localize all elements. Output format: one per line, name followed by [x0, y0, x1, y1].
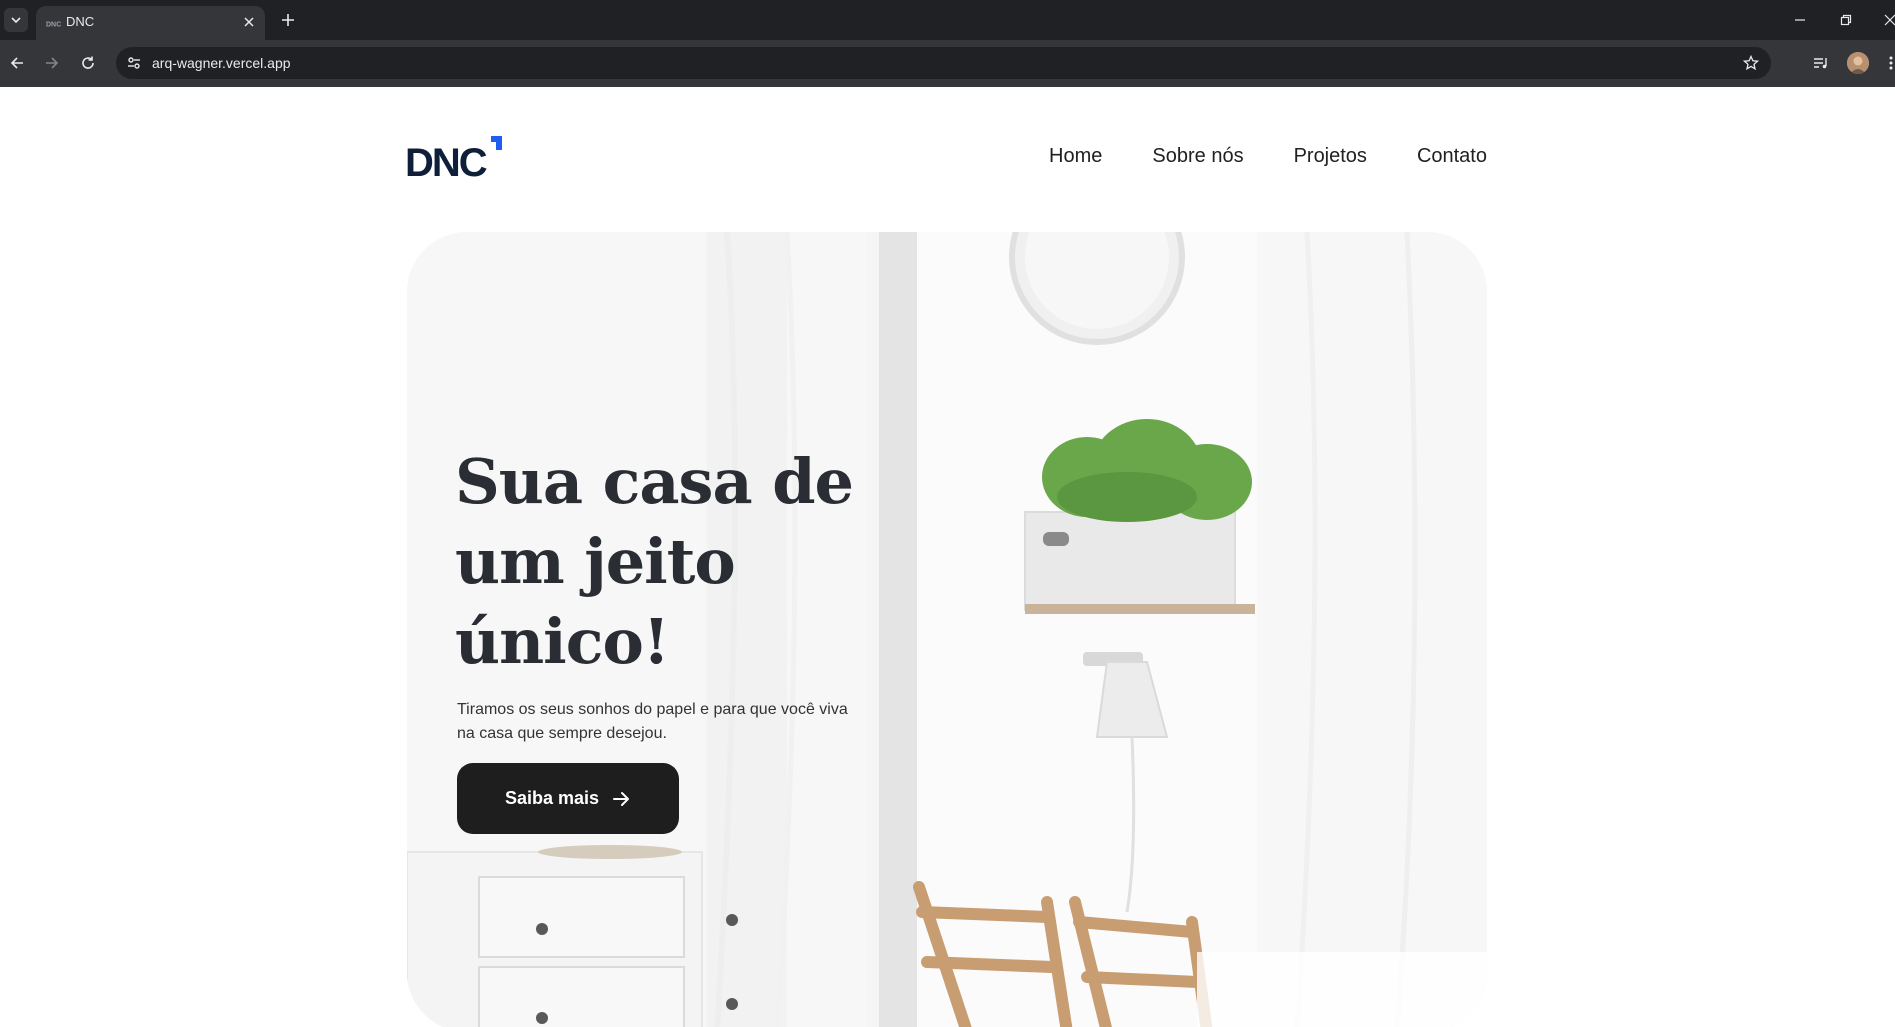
menu-button[interactable]	[1880, 52, 1895, 74]
browser-tabstrip: DNC DNC	[0, 0, 1895, 40]
reload-button[interactable]	[77, 52, 99, 74]
forward-button[interactable]	[41, 52, 63, 74]
close-window-button[interactable]	[1880, 10, 1895, 30]
avatar-icon	[1847, 52, 1869, 74]
dnc-logo[interactable]: DNC	[405, 136, 508, 178]
browser-toolbar: arq-wagner.vercel.app	[0, 40, 1895, 87]
arrow-right-icon	[46, 57, 59, 69]
close-icon	[1884, 14, 1895, 26]
profile-avatar[interactable]	[1847, 52, 1869, 74]
browser-tab[interactable]: DNC DNC	[36, 6, 265, 40]
address-bar[interactable]: arq-wagner.vercel.app	[116, 47, 1771, 79]
tab-close-button[interactable]	[241, 14, 257, 30]
back-button[interactable]	[6, 52, 28, 74]
main-nav: Home Sobre nós Projetos Contato	[1049, 145, 1487, 168]
reload-icon	[82, 56, 94, 69]
arrow-right-icon	[613, 791, 630, 806]
dnc-favicon-icon: DNC	[46, 22, 61, 28]
hero-title-line-1: Sua casa de	[455, 445, 854, 518]
url-text[interactable]: arq-wagner.vercel.app	[152, 55, 291, 71]
hero-section: Sua casa de um jeito único! Tiramos os s…	[407, 232, 1487, 1027]
arrow-left-icon	[10, 57, 23, 69]
saiba-mais-button[interactable]: Saiba mais	[457, 763, 679, 834]
svg-text:DNC: DNC	[46, 22, 61, 28]
star-icon	[1743, 55, 1759, 71]
nav-link-projetos[interactable]: Projetos	[1294, 145, 1367, 168]
bookmark-button[interactable]	[1741, 53, 1761, 73]
tab-search-button[interactable]	[4, 8, 28, 32]
nav-link-home[interactable]: Home	[1049, 145, 1102, 168]
hero-description: Tiramos os seus sonhos do papel e para q…	[457, 701, 848, 742]
new-tab-button[interactable]	[278, 10, 298, 30]
site-info-button[interactable]	[124, 53, 144, 73]
hero-title-line-2: um jeito	[455, 525, 736, 598]
queue-music-icon	[1814, 58, 1827, 69]
hero-title: Sua casa de um jeito único!	[455, 442, 875, 682]
restore-icon	[1840, 14, 1852, 26]
minimize-icon	[1795, 19, 1805, 21]
plus-icon	[282, 14, 294, 26]
media-control-button[interactable]	[1810, 52, 1832, 74]
close-icon	[244, 17, 254, 27]
svg-text:DNC: DNC	[405, 141, 487, 178]
saiba-mais-label: Saiba mais	[504, 788, 600, 808]
minimize-button[interactable]	[1790, 10, 1810, 30]
restore-button[interactable]	[1836, 10, 1856, 30]
tab-title: DNC	[66, 14, 95, 29]
chevron-down-icon	[11, 17, 21, 24]
more-vert-icon	[1889, 56, 1893, 70]
nav-link-sobre-nos[interactable]: Sobre nós	[1152, 145, 1243, 168]
web-page: DNC Home Sobre nós Projetos Contato Sua …	[0, 87, 1895, 1027]
nav-link-contato[interactable]: Contato	[1417, 145, 1487, 168]
tune-icon	[128, 57, 140, 69]
hero-title-line-3: único!	[455, 605, 670, 678]
